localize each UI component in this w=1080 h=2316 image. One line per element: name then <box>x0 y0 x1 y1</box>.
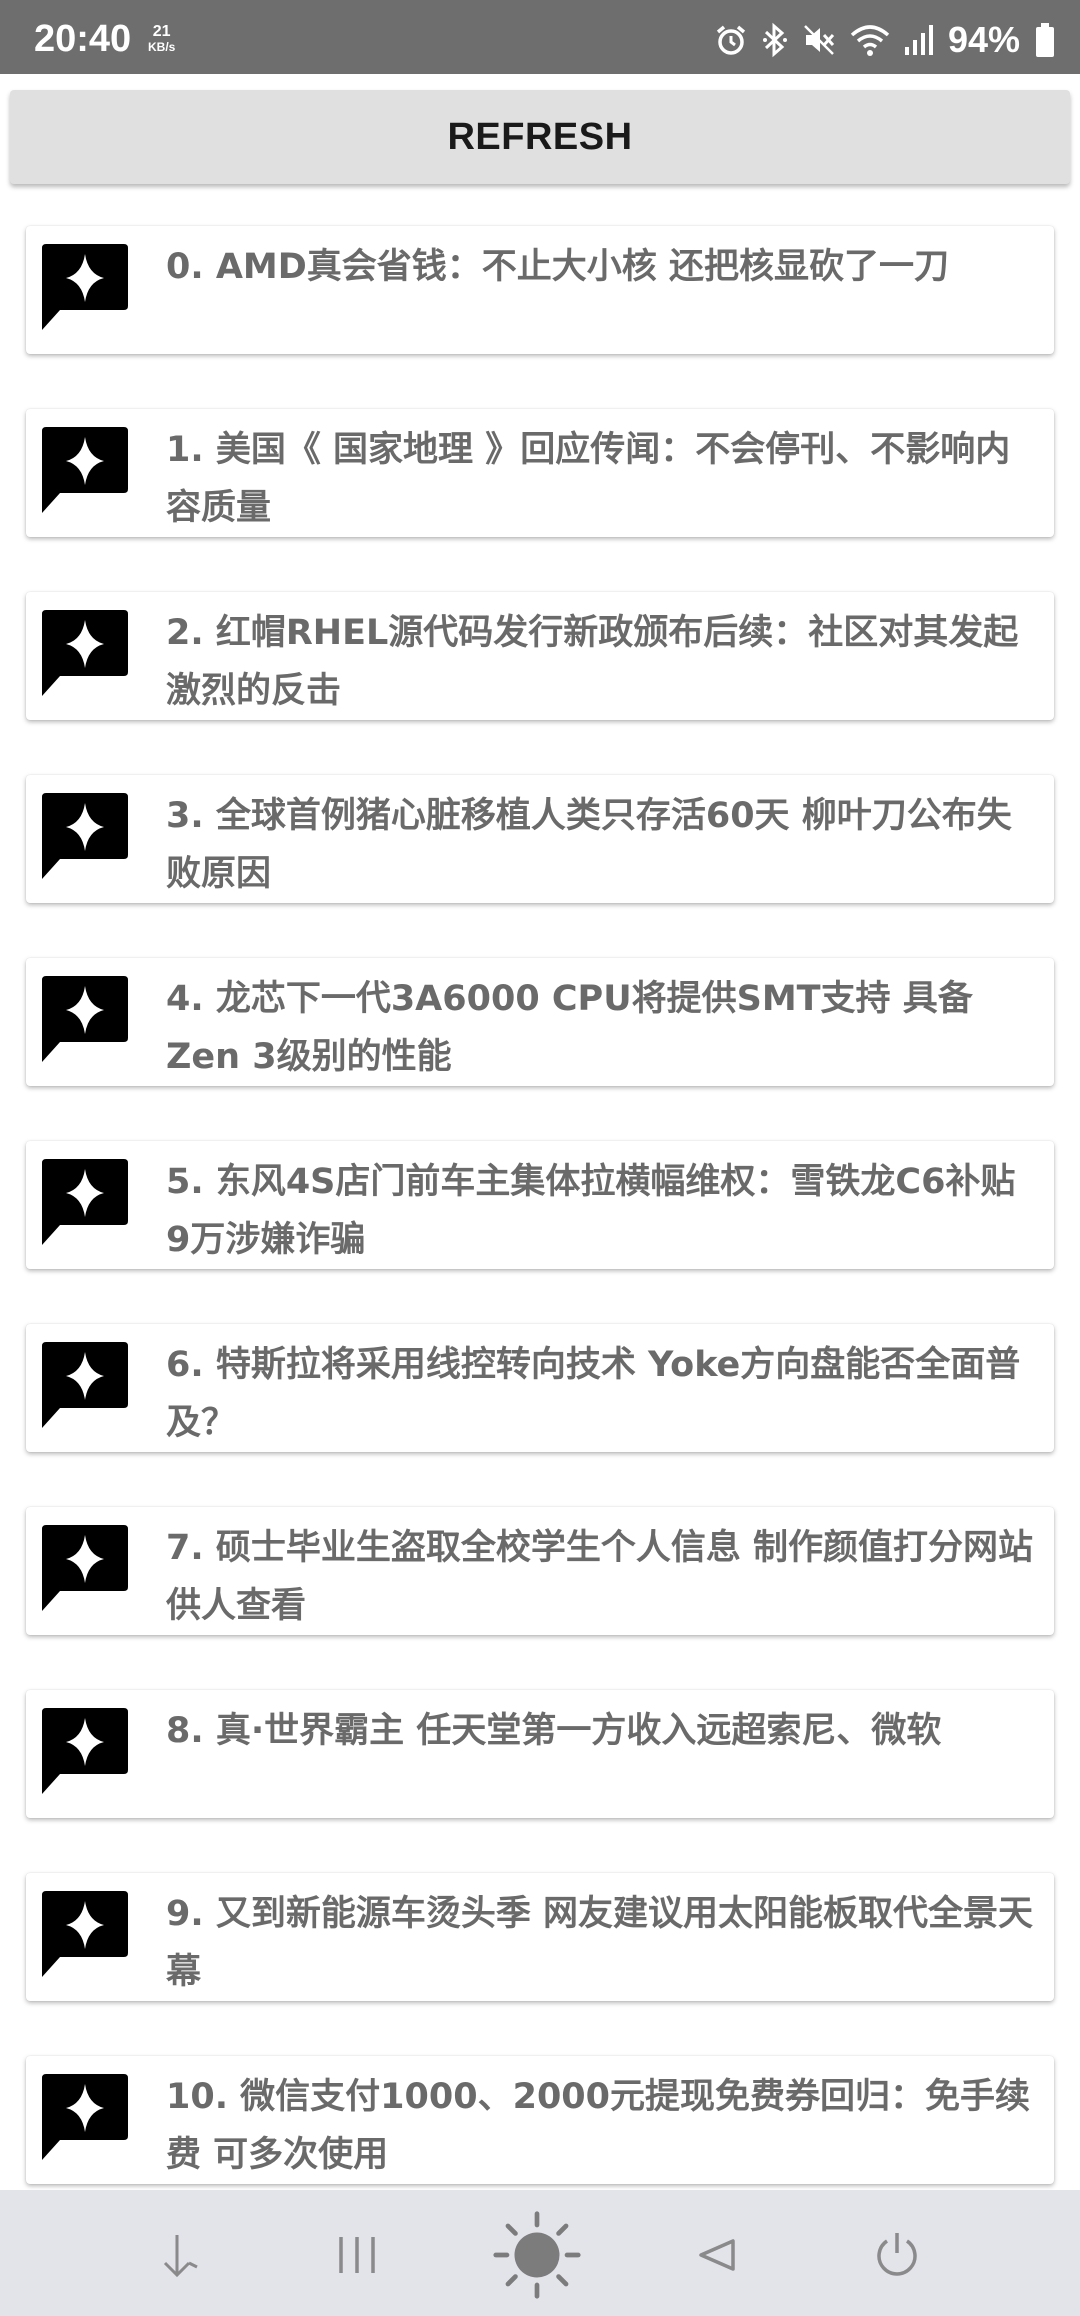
recent-apps-icon[interactable] <box>312 2210 402 2300</box>
sparkle-message-icon <box>40 1523 130 1613</box>
news-title: 1. 美国《 国家地理 》回应传闻：不会停刊、不影响内容质量 <box>166 430 1011 528</box>
news-item[interactable]: 4. 龙芯下一代3A6000 CPU将提供SMT支持 具备Zen 3级别的性能 <box>26 958 1054 1086</box>
alarm-icon <box>716 25 746 55</box>
news-title: 4. 龙芯下一代3A6000 CPU将提供SMT支持 具备Zen 3级别的性能 <box>166 979 973 1077</box>
bluetooth-icon <box>762 22 787 58</box>
sparkle-message-icon <box>40 242 130 332</box>
news-title: 8. 真·世界霸主 任天堂第一方收入远超索尼、微软 <box>166 1711 942 1751</box>
sparkle-message-icon <box>40 974 130 1064</box>
news-title: 9. 又到新能源车烫头季 网友建议用太阳能板取代全景天幕 <box>166 1894 1034 1992</box>
news-title: 2. 红帽RHEL源代码发行新政颁布后续：社区对其发起激烈的反击 <box>166 613 1019 711</box>
net-speed: 21 KB/s <box>148 23 176 55</box>
news-item[interactable]: 3. 全球首例猪心脏移植人类只存活60天 柳叶刀公布失败原因 <box>26 775 1054 903</box>
arrow-down-icon[interactable] <box>132 2210 222 2300</box>
wifi-icon <box>850 25 890 56</box>
news-item[interactable]: 8. 真·世界霸主 任天堂第一方收入远超索尼、微软 <box>26 1690 1054 1818</box>
back-icon[interactable] <box>672 2210 762 2300</box>
status-icons: 94% <box>714 19 1056 60</box>
battery-icon <box>1036 23 1054 57</box>
sparkle-message-icon <box>40 791 130 881</box>
status-bar: 20:40 21 KB/s 94% <box>0 0 1080 74</box>
news-item[interactable]: 10. 微信支付1000、2000元提现免费券回归：免手续费 可多次使用 <box>26 2056 1054 2184</box>
net-speed-value: 21 <box>152 23 171 40</box>
sparkle-message-icon <box>40 1157 130 1247</box>
signal-icon <box>904 25 933 55</box>
brightness-icon[interactable] <box>492 2210 582 2300</box>
navigation-bar <box>0 2190 1080 2316</box>
sparkle-message-icon <box>40 2072 130 2162</box>
news-item[interactable]: 5. 东风4S店门前车主集体拉横幅维权：雪铁龙C6补贴9万涉嫌诈骗 <box>26 1141 1054 1269</box>
power-icon[interactable] <box>852 2210 942 2300</box>
news-item[interactable]: 0. AMD真会省钱：不止大小核 还把核显砍了一刀 <box>26 226 1054 354</box>
status-time: 20:40 <box>34 18 132 60</box>
mute-icon <box>804 25 835 55</box>
sparkle-message-icon <box>40 608 130 698</box>
sparkle-message-icon <box>40 1706 130 1796</box>
news-title: 3. 全球首例猪心脏移植人类只存活60天 柳叶刀公布失败原因 <box>166 796 1012 894</box>
battery-level: 94% <box>947 19 1020 60</box>
news-title: 5. 东风4S店门前车主集体拉横幅维权：雪铁龙C6补贴9万涉嫌诈骗 <box>166 1162 1016 1260</box>
news-title: 7. 硕士毕业生盗取全校学生个人信息 制作颜值打分网站供人查看 <box>166 1528 1034 1626</box>
news-item[interactable]: 1. 美国《 国家地理 》回应传闻：不会停刊、不影响内容质量 <box>26 409 1054 537</box>
news-title: 0. AMD真会省钱：不止大小核 还把核显砍了一刀 <box>166 247 949 287</box>
news-title: 6. 特斯拉将采用线控转向技术 Yoke方向盘能否全面普及？ <box>166 1345 1021 1443</box>
news-item[interactable]: 2. 红帽RHEL源代码发行新政颁布后续：社区对其发起激烈的反击 <box>26 592 1054 720</box>
news-item[interactable]: 6. 特斯拉将采用线控转向技术 Yoke方向盘能否全面普及？ <box>26 1324 1054 1452</box>
refresh-button[interactable]: REFRESH <box>10 90 1070 184</box>
news-title: 10. 微信支付1000、2000元提现免费券回归：免手续费 可多次使用 <box>166 2077 1031 2175</box>
net-speed-unit: KB/s <box>148 40 176 54</box>
news-item[interactable]: 9. 又到新能源车烫头季 网友建议用太阳能板取代全景天幕 <box>26 1873 1054 2001</box>
sparkle-message-icon <box>40 1340 130 1430</box>
sparkle-message-icon <box>40 425 130 515</box>
sparkle-message-icon <box>40 1889 130 1979</box>
news-item[interactable]: 7. 硕士毕业生盗取全校学生个人信息 制作颜值打分网站供人查看 <box>26 1507 1054 1635</box>
